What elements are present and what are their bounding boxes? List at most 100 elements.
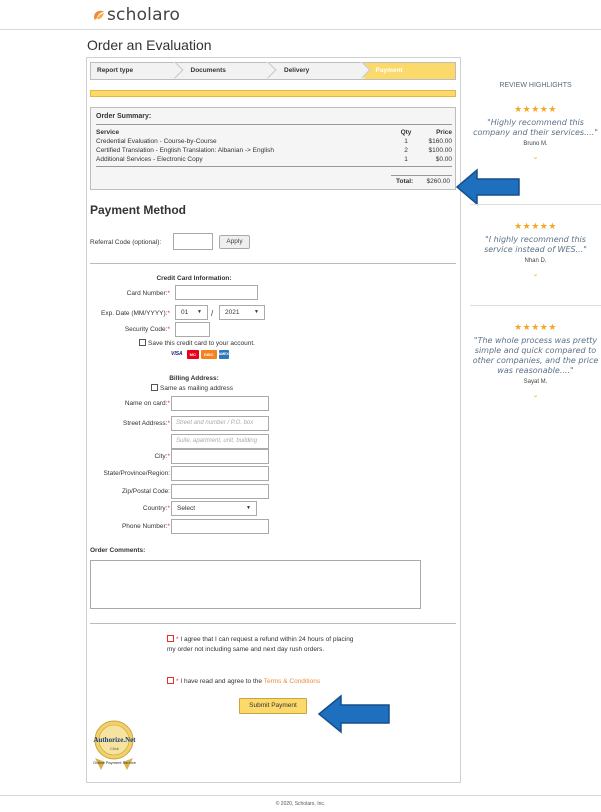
- scholaro-logo[interactable]: scholaro: [92, 5, 180, 25]
- order-panel: Report type Documents Delivery Payment O…: [86, 57, 461, 783]
- security-code-label: Security Code:*: [125, 326, 170, 333]
- card-text: AMEX: [218, 352, 229, 356]
- header-divider: [0, 29, 601, 30]
- discover-icon: DISC: [200, 350, 217, 359]
- required-marker: *: [167, 505, 170, 512]
- label-text: Name on card:: [124, 400, 168, 407]
- same-address-option[interactable]: Same as mailing address: [151, 384, 233, 392]
- required-marker: *: [167, 453, 170, 460]
- save-card-option[interactable]: Save this credit card to your account.: [139, 339, 255, 347]
- total-label: Total:: [396, 178, 414, 185]
- chevron-down-icon[interactable]: ⌄: [470, 270, 601, 278]
- phone-label: Phone Number:*: [122, 523, 170, 530]
- step-documents[interactable]: Documents: [177, 61, 277, 79]
- select-value: Select: [177, 505, 196, 512]
- country-label: Country:*: [143, 505, 170, 512]
- city-input[interactable]: [171, 449, 269, 464]
- card-text: DISC: [203, 352, 214, 357]
- order-summary-title: Order Summary:: [96, 113, 152, 120]
- exp-separator: /: [211, 309, 214, 318]
- step-payment: Payment: [363, 63, 455, 79]
- label-text: Phone Number:: [121, 523, 168, 530]
- review-item: ★★★★★ "Highly recommend this company and…: [470, 104, 601, 161]
- terms-checkbox[interactable]: [167, 677, 174, 684]
- pointer-arrow-icon: [455, 168, 520, 206]
- credit-card-title: Credit Card Information:: [156, 275, 232, 282]
- select-value: 2021: [225, 309, 240, 316]
- seal-sub: Click: [110, 746, 119, 751]
- required-marker: *: [167, 310, 170, 317]
- comments-textarea[interactable]: [90, 560, 421, 609]
- street-address-input[interactable]: Street and number / P.O. box: [171, 416, 269, 431]
- review-author: Sayat M.: [523, 379, 548, 385]
- progress-bar: [90, 90, 456, 97]
- row-qty: 2: [404, 147, 408, 154]
- label-text: Security Code:: [124, 326, 168, 333]
- card-number-input[interactable]: [175, 285, 258, 300]
- review-divider: [470, 305, 601, 306]
- star-rating-icon: ★★★★★: [514, 221, 557, 231]
- terms-text: I have read and agree to the: [180, 678, 263, 685]
- review-quote: "Highly recommend this company and their…: [473, 118, 598, 137]
- page-title: Order an Evaluation: [87, 37, 212, 53]
- zip-input[interactable]: [171, 484, 269, 499]
- payment-method-title: Payment Method: [90, 203, 187, 217]
- row-price: $0.00: [435, 156, 452, 163]
- same-address-checkbox[interactable]: [151, 384, 158, 391]
- state-input[interactable]: [171, 466, 269, 481]
- referral-label: Referral Code (optional):: [90, 239, 162, 246]
- security-code-input[interactable]: [175, 322, 210, 337]
- row-service: Additional Services - Electronic Copy: [96, 156, 203, 163]
- required-marker: *: [176, 636, 179, 643]
- zip-label: Zip/Postal Code:: [121, 488, 170, 495]
- dropdown-arrow-icon: ▼: [197, 309, 202, 315]
- seal-caption: Online Payment Service: [93, 760, 136, 765]
- scholaro-logo-icon: [94, 10, 104, 20]
- save-card-checkbox[interactable]: [139, 339, 146, 346]
- name-on-card-input[interactable]: [171, 396, 269, 411]
- row-service: Certified Translation - English Translat…: [96, 147, 274, 154]
- col-price: Price: [436, 129, 452, 136]
- terms-link[interactable]: Terms & Conditions: [264, 678, 320, 685]
- col-service: Service: [96, 129, 120, 136]
- exp-month-select[interactable]: 01 ▼: [175, 305, 208, 320]
- refund-text: I agree that I can request a refund with…: [167, 636, 354, 653]
- required-marker: *: [167, 400, 170, 407]
- phone-input[interactable]: [171, 519, 269, 534]
- step-label: Report type: [97, 67, 134, 74]
- summary-divider: [96, 166, 452, 167]
- street-address-label: Street Address:*: [123, 420, 170, 427]
- step-report-type[interactable]: Report type: [91, 61, 183, 79]
- order-summary: Order Summary: Service Qty Price Credent…: [90, 107, 456, 190]
- apply-button[interactable]: Apply: [219, 235, 250, 249]
- referral-code-input[interactable]: [173, 233, 213, 250]
- required-marker: *: [167, 326, 170, 333]
- total-value: $260.00: [426, 178, 451, 185]
- street-address-2-input[interactable]: Suite, apartment, unit, building: [171, 434, 269, 449]
- chevron-down-icon[interactable]: ⌄: [470, 153, 601, 161]
- summary-row: Credential Evaluation - Course-by-Course…: [96, 138, 452, 147]
- refund-agreement[interactable]: * I agree that I can request a refund wi…: [167, 635, 362, 654]
- exp-year-select[interactable]: 2021 ▼: [219, 305, 265, 320]
- required-marker: *: [167, 523, 170, 530]
- label-text: Exp. Date (MM/YYYY):: [101, 310, 168, 317]
- step-indicator: Report type Documents Delivery Payment: [90, 61, 456, 80]
- star-rating-icon: ★★★★★: [514, 322, 557, 332]
- submit-payment-button[interactable]: Submit Payment: [239, 698, 307, 714]
- name-on-card-label: Name on card:*: [125, 400, 170, 407]
- review-author: Bruno M.: [523, 141, 548, 147]
- billing-title: Billing Address:: [169, 375, 219, 382]
- section-divider: [90, 623, 456, 624]
- country-select[interactable]: Select ▼: [171, 501, 257, 516]
- summary-row: Additional Services - Electronic Copy 1 …: [96, 156, 452, 165]
- terms-agreement[interactable]: * I have read and agree to the Terms & C…: [167, 677, 362, 687]
- seal-name: Authorize.Net: [93, 736, 136, 744]
- step-label: Delivery: [284, 67, 310, 74]
- label-text: City:: [154, 453, 168, 460]
- select-value: 01: [181, 309, 189, 316]
- pointer-arrow-icon: [317, 694, 390, 734]
- chevron-down-icon[interactable]: ⌄: [470, 391, 601, 399]
- refund-checkbox[interactable]: [167, 635, 174, 642]
- step-delivery[interactable]: Delivery: [270, 61, 370, 79]
- summary-row: Certified Translation - English Translat…: [96, 147, 452, 156]
